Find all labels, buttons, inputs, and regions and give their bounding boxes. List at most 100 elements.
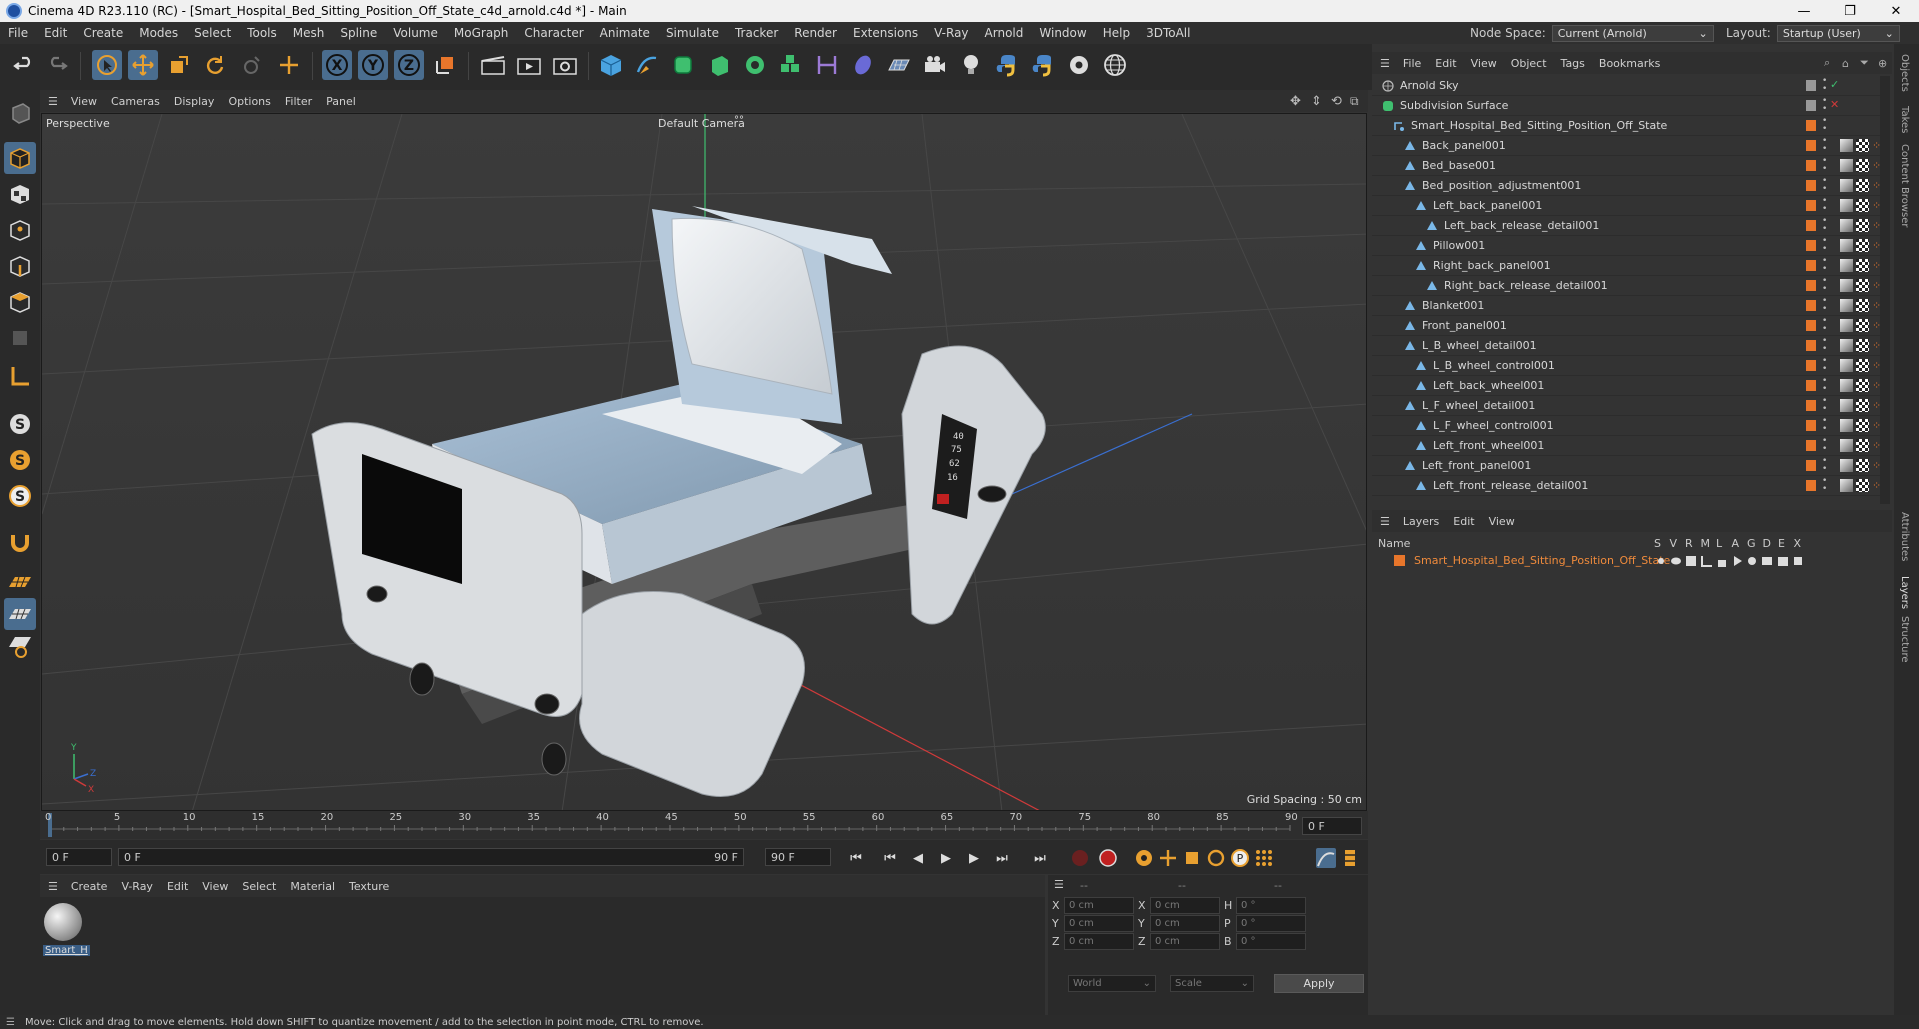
- arnold-globe-button[interactable]: [1100, 50, 1130, 80]
- layer-color-tag[interactable]: [1806, 340, 1816, 351]
- viewport-menu-cameras[interactable]: Cameras: [104, 95, 167, 108]
- visibility-dots-icon[interactable]: • •: [1822, 437, 1827, 454]
- object-row[interactable]: Left_back_wheel001 • • ⁘: [1372, 376, 1882, 396]
- recent-tool-button[interactable]: [274, 50, 304, 80]
- object-name[interactable]: Smart_Hospital_Bed_Sitting_Position_Off_…: [1411, 119, 1667, 132]
- coord-field[interactable]: 0 °: [1236, 915, 1306, 932]
- material-tags[interactable]: ⁘: [1840, 479, 1884, 493]
- camera-object-button[interactable]: [920, 50, 950, 80]
- hamburger-icon[interactable]: ☰: [1054, 878, 1064, 891]
- cube-object-button[interactable]: [596, 50, 626, 80]
- menu-vray[interactable]: V-Ray: [926, 26, 976, 40]
- render-to-picture-viewer-button[interactable]: [514, 50, 544, 80]
- edit-toggle-icon[interactable]: [1806, 100, 1816, 111]
- object-row[interactable]: Bed_position_adjustment001 • • ⁘: [1372, 176, 1882, 196]
- object-row[interactable]: Blanket001 • • ⁘: [1372, 296, 1882, 316]
- object-row[interactable]: L_B_wheel_detail001 • • ⁘: [1372, 336, 1882, 356]
- points-mode-button[interactable]: [4, 214, 36, 246]
- object-name[interactable]: Arnold Sky: [1400, 79, 1459, 92]
- visibility-dots-icon[interactable]: • •: [1822, 137, 1827, 154]
- viewport-zoom-icon[interactable]: ⇕: [1311, 94, 1322, 109]
- visibility-dots-icon[interactable]: • •: [1822, 177, 1827, 194]
- object-row[interactable]: Left_front_release_detail001 • • ⁘: [1372, 476, 1882, 496]
- scale-tool-button[interactable]: [164, 50, 194, 80]
- layer-flag-header[interactable]: D: [1763, 537, 1771, 550]
- uvw-tag-icon[interactable]: [1856, 299, 1869, 312]
- workplane-button[interactable]: [4, 360, 36, 392]
- object-list-scrollbar[interactable]: [1880, 76, 1890, 504]
- transform-disabled-button[interactable]: [236, 50, 266, 80]
- material-tags[interactable]: ⁘: [1840, 459, 1884, 473]
- coord-field[interactable]: 0 °: [1236, 897, 1306, 914]
- object-name[interactable]: Subdivision Surface: [1400, 99, 1508, 112]
- mograph-fracture-button[interactable]: [776, 50, 806, 80]
- tab-attributes[interactable]: Attributes: [1899, 512, 1910, 561]
- object-menu-edit[interactable]: Edit: [1428, 57, 1463, 70]
- object-name[interactable]: Back_panel001: [1422, 139, 1506, 152]
- layer-flag-icons[interactable]: [1656, 554, 1836, 568]
- material-tags[interactable]: ⁘: [1840, 339, 1884, 353]
- camera-label[interactable]: Default Camera: [658, 117, 745, 130]
- tab-structure[interactable]: Structure: [1899, 616, 1910, 663]
- material-tag-icon[interactable]: [1840, 379, 1853, 392]
- undo-button[interactable]: [9, 50, 39, 80]
- object-name[interactable]: Left_front_release_detail001: [1433, 479, 1588, 492]
- material-tag-icon[interactable]: [1840, 179, 1853, 192]
- object-menu-file[interactable]: File: [1396, 57, 1428, 70]
- viewport-menu-panel[interactable]: Panel: [319, 95, 363, 108]
- material-tags[interactable]: ⁘: [1840, 299, 1884, 313]
- material-tag-icon[interactable]: [1840, 219, 1853, 232]
- object-row[interactable]: Arnold Sky • • ✓: [1372, 76, 1882, 96]
- move-tool-button[interactable]: [128, 50, 158, 80]
- add-view-icon[interactable]: ⊕: [1878, 57, 1887, 70]
- object-row[interactable]: Right_back_panel001 • • ⁘: [1372, 256, 1882, 276]
- point-level-key-button[interactable]: [1254, 848, 1274, 868]
- object-name[interactable]: Pillow001: [1433, 239, 1485, 252]
- y-axis-lock-button[interactable]: Y: [358, 50, 388, 80]
- viewport-menu-options[interactable]: Options: [221, 95, 277, 108]
- menu-volume[interactable]: Volume: [385, 26, 446, 40]
- autokey-button[interactable]: [1098, 848, 1118, 868]
- model-mode-button[interactable]: [4, 142, 36, 174]
- layers-menu-view[interactable]: View: [1482, 515, 1522, 528]
- menu-simulate[interactable]: Simulate: [658, 26, 727, 40]
- uvw-tag-icon[interactable]: [1856, 439, 1869, 452]
- viewport-menu-display[interactable]: Display: [167, 95, 222, 108]
- tab-content-browser[interactable]: Content Browser: [1899, 144, 1910, 227]
- object-row[interactable]: Left_front_panel001 • • ⁘: [1372, 456, 1882, 476]
- rotate-tool-button[interactable]: [200, 50, 230, 80]
- render-view-button[interactable]: [478, 50, 508, 80]
- material-tag-icon[interactable]: [1840, 359, 1853, 372]
- uvw-tag-icon[interactable]: [1856, 239, 1869, 252]
- object-row[interactable]: L_B_wheel_control001 • • ⁘: [1372, 356, 1882, 376]
- object-row[interactable]: Left_back_panel001 • • ⁘: [1372, 196, 1882, 216]
- coord-field[interactable]: 0 cm: [1150, 915, 1220, 932]
- menu-mograph[interactable]: MoGraph: [446, 26, 517, 40]
- visibility-dots-icon[interactable]: • •: [1822, 157, 1827, 174]
- close-window-button[interactable]: ✕: [1873, 0, 1919, 22]
- coord-field[interactable]: 0 cm: [1064, 915, 1134, 932]
- render-settings-button[interactable]: [550, 50, 580, 80]
- material-name[interactable]: Smart_H: [43, 945, 90, 956]
- coordinate-system-button[interactable]: [430, 50, 460, 80]
- layer-flag-header[interactable]: L: [1716, 537, 1722, 550]
- layers-menu-layers[interactable]: Layers: [1396, 515, 1446, 528]
- rotation-key-button[interactable]: [1206, 848, 1226, 868]
- material-tags[interactable]: ⁘: [1840, 399, 1884, 413]
- visibility-dots-icon[interactable]: • •: [1822, 117, 1827, 134]
- object-row[interactable]: Subdivision Surface • • ✕: [1372, 96, 1882, 116]
- light-object-button[interactable]: [956, 50, 986, 80]
- visibility-dots-icon[interactable]: • •: [1822, 77, 1827, 94]
- layer-color-tag[interactable]: [1806, 400, 1816, 411]
- uvw-tag-icon[interactable]: [1856, 279, 1869, 292]
- uvw-tag-icon[interactable]: [1856, 419, 1869, 432]
- lock-workplane-button[interactable]: [4, 526, 36, 558]
- material-tag-icon[interactable]: [1840, 139, 1853, 152]
- perspective-viewport[interactable]: 40 75 62 16 Y Z X Perspective Default Ca…: [41, 113, 1367, 811]
- object-name[interactable]: L_B_wheel_control001: [1433, 359, 1555, 372]
- python-generator-button[interactable]: [1028, 50, 1058, 80]
- object-row[interactable]: Smart_Hospital_Bed_Sitting_Position_Off_…: [1372, 116, 1882, 136]
- viewport-menu-filter[interactable]: Filter: [278, 95, 319, 108]
- hamburger-icon[interactable]: ☰: [40, 880, 64, 893]
- layer-flag-header[interactable]: G: [1747, 537, 1756, 550]
